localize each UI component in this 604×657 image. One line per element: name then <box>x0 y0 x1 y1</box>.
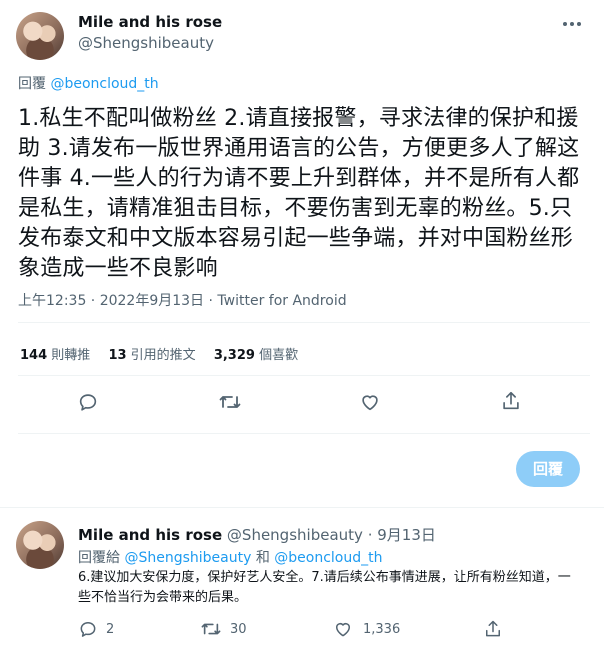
reply-author-name[interactable]: Mile and his rose <box>78 526 222 544</box>
reply-author-handle[interactable]: @Shengshibeauty <box>227 526 363 544</box>
retweet-icon[interactable] <box>200 619 222 639</box>
reply-button[interactable]: 回覆 <box>516 451 580 487</box>
reply-prefix: 回覆 <box>18 76 46 92</box>
like-icon[interactable] <box>333 619 353 639</box>
divider <box>0 507 604 508</box>
quotes-label: 引用的推文 <box>130 348 196 363</box>
reply-and: 和 <box>255 550 270 566</box>
divider <box>18 322 590 323</box>
author-name[interactable]: Mile and his rose <box>78 13 222 31</box>
reply-count: 2 <box>106 622 115 637</box>
reply-header: Mile and his rose @Shengshibeauty · 9月13… <box>78 524 436 545</box>
tweet-stats: 144 則轉推 13 引用的推文 3,329 個喜歡 <box>20 344 298 363</box>
more-icon[interactable] <box>560 14 584 34</box>
tweet-meta[interactable]: 上午12:35 · 2022年9月13日 · Twitter for Andro… <box>18 290 347 310</box>
quotes-stat[interactable]: 13 引用的推文 <box>108 348 199 363</box>
quotes-count: 13 <box>108 348 127 363</box>
like-icon[interactable] <box>359 391 381 413</box>
reply-to-link[interactable]: @beoncloud_th <box>50 76 158 92</box>
like-count: 1,336 <box>363 622 401 637</box>
retweets-count: 144 <box>20 348 48 363</box>
likes-stat[interactable]: 3,329 個喜歡 <box>214 348 298 363</box>
separator: · <box>367 526 373 544</box>
retweet-icon[interactable] <box>218 391 242 413</box>
share-icon[interactable] <box>500 390 522 412</box>
divider <box>18 433 590 434</box>
reply-prefix: 回覆給 <box>78 550 120 566</box>
author-handle[interactable]: @Shengshibeauty <box>78 34 214 52</box>
likes-label: 個喜歡 <box>259 348 299 363</box>
reply-date[interactable]: 9月13日 <box>377 526 436 544</box>
likes-count: 3,329 <box>213 348 255 363</box>
avatar[interactable] <box>16 12 64 60</box>
reply-icon[interactable] <box>78 619 98 639</box>
retweets-stat[interactable]: 144 則轉推 <box>20 348 94 363</box>
reply-icon[interactable] <box>77 391 99 413</box>
reply-to-link[interactable]: @beoncloud_th <box>274 550 382 566</box>
share-icon[interactable] <box>483 619 503 639</box>
tweet-text: 1.私生不配叫做粉丝 2.请直接报警，寻求法律的保护和援助 3.请发布一版世界通… <box>18 106 580 281</box>
reply-context: 回覆 @beoncloud_th <box>18 73 159 93</box>
divider <box>18 375 590 376</box>
reply-context: 回覆給 @Shengshibeauty 和 @beoncloud_th <box>78 547 383 567</box>
reply-actions: 2 30 1,336 <box>78 619 598 641</box>
reply-to-link[interactable]: @Shengshibeauty <box>124 550 251 566</box>
reply-text: 6.建议加大安保力度，保护好艺人安全。7.请后续公布事情进展，让所有粉丝知道，一… <box>78 570 571 605</box>
retweets-label: 則轉推 <box>51 348 91 363</box>
retweet-count: 30 <box>230 622 247 637</box>
reply-avatar[interactable] <box>16 521 64 569</box>
